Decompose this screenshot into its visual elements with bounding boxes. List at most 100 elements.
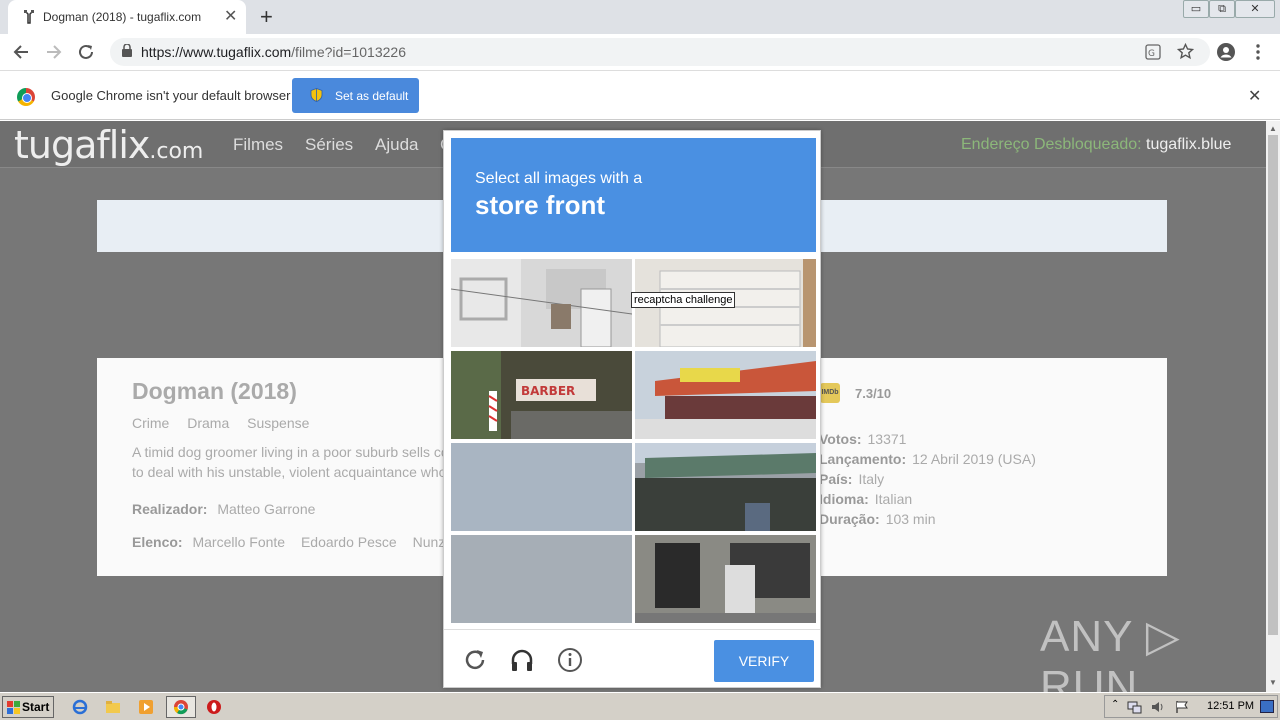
svg-text:BARBER: BARBER — [521, 384, 575, 398]
back-icon[interactable] — [12, 43, 30, 61]
captcha-tile[interactable] — [635, 351, 816, 439]
captcha-tile[interactable] — [635, 443, 816, 531]
synopsis-line: to deal with his unstable, violent acqua… — [132, 464, 447, 480]
opera-icon[interactable] — [206, 699, 222, 715]
country-label: País: — [819, 471, 853, 487]
unblocked-address: Endereço Desbloqueado: tugaflix.blue — [961, 136, 1231, 154]
set-as-default-label: Set as default — [335, 89, 409, 103]
logo-suffix: .com — [149, 139, 204, 164]
tab-title: Dogman (2018) - tugaflix.com — [43, 10, 202, 24]
challenge-footer: VERIFY — [444, 629, 820, 687]
windows-flag-icon — [7, 701, 20, 714]
show-desktop-icon[interactable] — [1260, 700, 1274, 713]
nav-filmes[interactable]: Filmes — [233, 135, 283, 155]
nav-series[interactable]: Séries — [305, 135, 353, 155]
tab-favicon-icon — [24, 10, 34, 24]
genre-tag[interactable]: Drama — [187, 415, 229, 431]
votes-label: Votos: — [819, 431, 862, 447]
captcha-tile[interactable] — [635, 535, 816, 623]
file-explorer-icon[interactable] — [105, 699, 121, 715]
minimize-button[interactable]: ▭ — [1183, 0, 1209, 18]
reload-challenge-icon[interactable] — [462, 647, 488, 673]
tray-expand-icon[interactable]: ⌃ — [1111, 699, 1119, 710]
release-row: Lançamento: 12 Abril 2019 (USA) — [819, 451, 1036, 467]
forward-icon[interactable] — [45, 43, 63, 61]
captcha-tile[interactable]: BARBER — [451, 351, 632, 439]
director-value[interactable]: Matteo Garrone — [217, 501, 315, 517]
media-player-icon[interactable] — [138, 699, 154, 715]
challenge-instruction: Select all images with a — [475, 170, 643, 187]
votes-value: 13371 — [867, 431, 907, 447]
svg-text:G: G — [1148, 49, 1155, 59]
menu-icon[interactable] — [1254, 44, 1262, 60]
genre-tag[interactable]: Crime — [132, 415, 169, 431]
system-tray: ⌃ 12:51 PM — [1104, 695, 1278, 718]
director-label: Realizador: — [132, 501, 208, 517]
imdb-rating: 7.3/10 — [855, 386, 892, 401]
url-host: https://www.tugaflix.com — [141, 44, 292, 60]
infobar-message: Google Chrome isn't your default browser — [51, 88, 291, 103]
internet-explorer-icon[interactable] — [72, 699, 88, 715]
start-label: Start — [22, 700, 50, 714]
language-value: Italian — [874, 491, 913, 507]
country-row: País: Italy — [819, 471, 884, 487]
language-label: Idioma: — [819, 491, 869, 507]
page-scrollbar[interactable]: ▲ ▼ — [1266, 121, 1280, 692]
movie-title: Dogman (2018) — [132, 378, 297, 404]
tab-strip: Dogman (2018) - tugaflix.com ✕ + ▭ ⧉ ✕ — [0, 0, 1280, 34]
action-center-flag-icon[interactable] — [1175, 700, 1189, 714]
new-tab-button[interactable]: + — [260, 4, 273, 30]
scroll-up-icon[interactable]: ▲ — [1269, 124, 1277, 133]
scroll-down-icon[interactable]: ▼ — [1269, 678, 1277, 687]
country-value: Italy — [858, 471, 885, 487]
unblocked-label: Endereço Desbloqueado: — [961, 136, 1142, 153]
start-button[interactable]: Start — [2, 696, 54, 718]
captcha-tile[interactable] — [451, 535, 632, 623]
address-bar[interactable]: https://www.tugaflix.com/filme?id=101322… — [110, 38, 1210, 66]
votes-row: Votos: 13371 — [819, 431, 906, 447]
url-path: /filme?id=1013226 — [291, 44, 406, 60]
unblocked-value[interactable]: tugaflix.blue — [1146, 136, 1231, 153]
window-close-button[interactable]: ✕ — [1235, 0, 1275, 18]
account-icon[interactable] — [1216, 42, 1236, 62]
tab-close-icon[interactable]: ✕ — [224, 6, 237, 26]
lock-icon — [122, 44, 132, 57]
recaptcha-challenge: Select all images with a store front BAR… — [443, 130, 821, 688]
set-as-default-button[interactable]: Set as default — [292, 78, 419, 113]
infobar-close-icon[interactable]: ✕ — [1248, 86, 1261, 106]
anyrun-watermark: ANY ▷ RUN — [1040, 612, 1181, 692]
verify-button[interactable]: VERIFY — [714, 640, 814, 682]
cast-member[interactable]: Edoardo Pesce — [301, 534, 397, 550]
volume-icon[interactable] — [1151, 700, 1165, 714]
release-value: 12 Abril 2019 (USA) — [912, 451, 1036, 467]
nav-ajuda[interactable]: Ajuda — [375, 135, 418, 155]
system-clock[interactable]: 12:51 PM — [1207, 700, 1254, 712]
reload-icon[interactable] — [77, 43, 95, 61]
star-icon[interactable] — [1177, 43, 1194, 60]
chrome-logo-icon — [17, 88, 35, 106]
genre-list: Crime Drama Suspense — [132, 415, 323, 431]
release-label: Lançamento: — [819, 451, 907, 467]
synopsis-line: A timid dog groomer living in a poor sub… — [132, 444, 449, 460]
browser-tab[interactable]: Dogman (2018) - tugaflix.com ✕ — [8, 0, 246, 34]
duration-row: Duração: 103 min — [819, 511, 936, 527]
url-text: https://www.tugaflix.com/filme?id=101322… — [141, 44, 406, 60]
scroll-thumb[interactable] — [1268, 135, 1278, 635]
audio-challenge-icon[interactable] — [509, 647, 535, 673]
imdb-badge: IMDb — [820, 383, 840, 403]
restore-button[interactable]: ⧉ — [1209, 0, 1235, 18]
chrome-icon — [173, 700, 188, 715]
site-logo[interactable]: tugaflix.com — [14, 123, 203, 167]
genre-tag[interactable]: Suspense — [247, 415, 309, 431]
info-icon[interactable] — [557, 647, 583, 673]
chrome-taskbar-button[interactable] — [166, 696, 196, 718]
captcha-tile[interactable] — [451, 259, 632, 347]
shield-icon — [310, 88, 323, 102]
network-icon[interactable] — [1127, 700, 1142, 714]
captcha-tile[interactable] — [451, 443, 632, 531]
cast-label: Elenco: — [132, 534, 183, 550]
challenge-tooltip: recaptcha challenge — [631, 292, 736, 308]
cast-member[interactable]: Marcello Fonte — [192, 534, 285, 550]
translate-icon[interactable]: G — [1145, 44, 1161, 60]
challenge-target: store front — [475, 190, 605, 220]
